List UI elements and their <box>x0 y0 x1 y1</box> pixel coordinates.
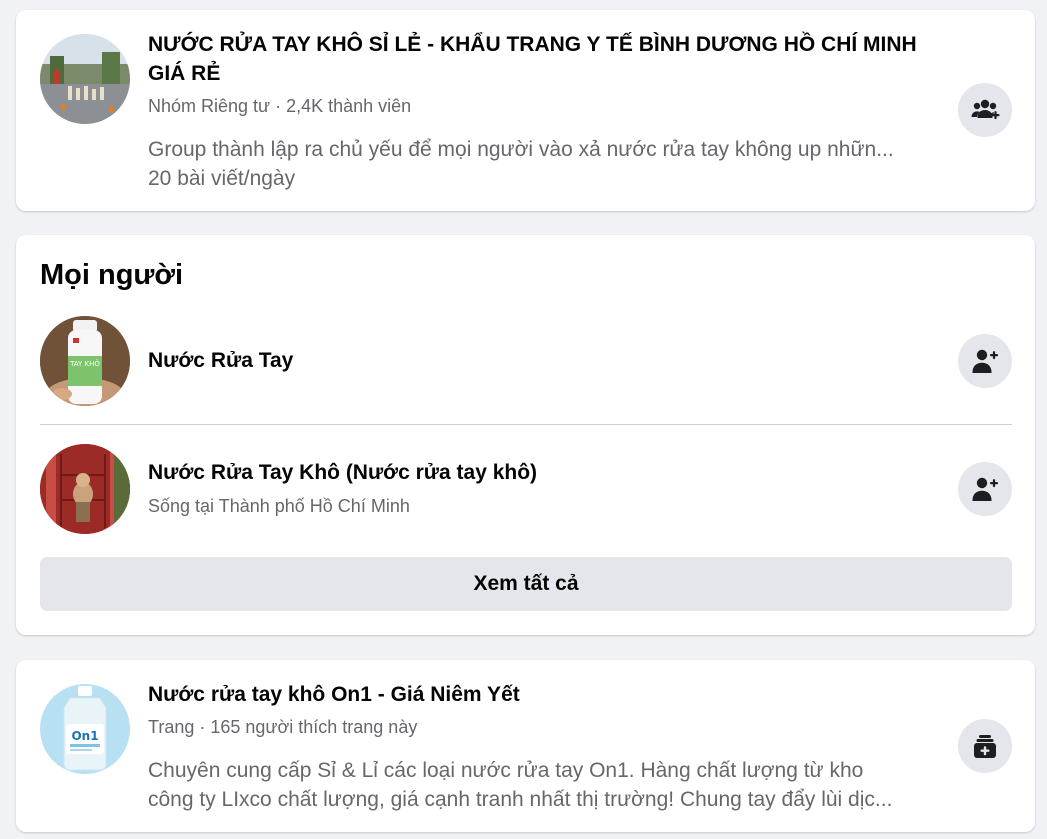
page-avatar[interactable]: On1 <box>40 684 130 774</box>
group-title[interactable]: NƯỚC RỬA TAY KHÔ SỈ LẺ - KHẨU TRANG Y TẾ… <box>148 30 917 88</box>
join-group-button[interactable] <box>958 83 1012 137</box>
group-description: Group thành lập ra chủ yếu để mọi người … <box>148 135 943 193</box>
people-section-heading: Mọi người <box>40 259 184 291</box>
group-meta: Nhóm Riêng tư · 2,4K thành viên <box>148 96 412 116</box>
like-page-button[interactable] <box>958 719 1012 773</box>
see-all-button[interactable]: Xem tất cả <box>40 557 1012 611</box>
join-group-icon <box>971 99 1000 120</box>
person-name[interactable]: Nước Rửa Tay Khô (Nước rửa tay khô) <box>148 458 537 487</box>
person-name[interactable]: Nước Rửa Tay <box>148 346 293 375</box>
add-friend-button[interactable] <box>958 462 1012 516</box>
person-subtitle: Sống tại Thành phố Hồ Chí Minh <box>148 496 410 516</box>
person-avatar[interactable]: TAY KHÔ <box>40 316 130 406</box>
group-avatar[interactable] <box>40 34 130 124</box>
page-description: Chuyên cung cấp Sỉ & Lỉ các loại nước rử… <box>148 756 943 814</box>
svg-text:On1: On1 <box>71 729 98 743</box>
like-page-icon <box>974 735 996 758</box>
group-title-line-2[interactable]: GIÁ RẺ <box>148 59 917 88</box>
page-meta: Trang · 165 người thích trang này <box>148 717 418 737</box>
group-description-text: Group thành lập ra chủ yếu để mọi người … <box>148 138 894 161</box>
people-section-card: Mọi người TAY KHÔ Nước Rửa Tay Nước Rửa … <box>16 235 1035 635</box>
person-avatar[interactable] <box>40 444 130 534</box>
group-result-card[interactable]: NƯỚC RỬA TAY KHÔ SỈ LẺ - KHẨU TRANG Y TẾ… <box>16 10 1035 211</box>
add-friend-icon <box>972 349 998 373</box>
add-friend-icon <box>972 477 998 501</box>
add-friend-button[interactable] <box>958 334 1012 388</box>
svg-text:TAY KHÔ: TAY KHÔ <box>69 359 100 368</box>
page-description-line-1: Chuyên cung cấp Sỉ & Lỉ các loại nước rử… <box>148 759 864 782</box>
page-result-card[interactable]: On1 Nước rửa tay khô On1 - Giá Niêm Yết … <box>16 660 1035 832</box>
group-title-line-1[interactable]: NƯỚC RỬA TAY KHÔ SỈ LẺ - KHẨU TRANG Y TẾ… <box>148 30 917 59</box>
group-posts-per-day: 20 bài viết/ngày <box>148 167 296 190</box>
page-description-line-2: công ty LIxco chất lượng, giá cạnh tranh… <box>148 788 893 811</box>
page-title[interactable]: Nước rửa tay khô On1 - Giá Niêm Yết <box>148 680 520 709</box>
person-divider <box>40 424 1012 425</box>
